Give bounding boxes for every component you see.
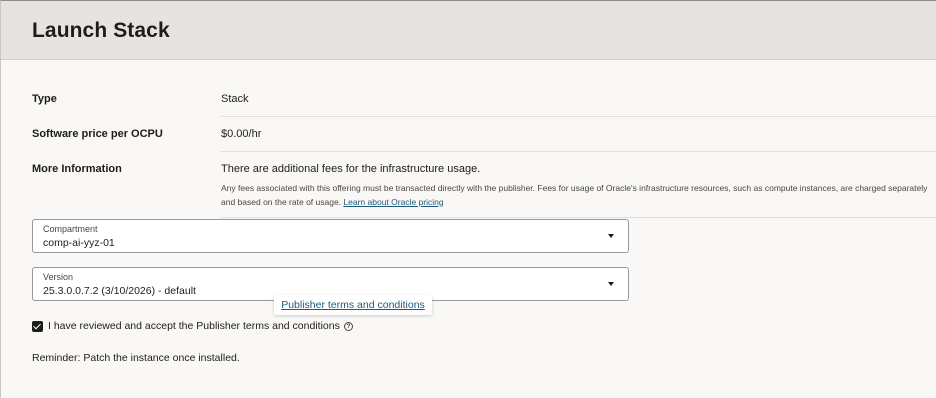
row-divider [221,217,936,218]
accept-terms-label[interactable]: I have reviewed and accept the Publisher… [48,320,340,332]
compartment-value: comp-ai-yyz-01 [43,237,115,249]
accept-terms-checkbox[interactable] [32,321,43,332]
page-header: Launch Stack [1,1,936,60]
reminder-text: Reminder: Patch the instance once instal… [32,352,240,364]
type-label: Type [32,93,57,105]
fees-description: Any fees associated with this offering m… [221,182,936,209]
version-label: Version [43,272,74,282]
compartment-select[interactable]: Compartment comp-ai-yyz-01 [32,219,629,253]
page-title: Launch Stack [32,19,170,42]
type-value: Stack [221,93,249,105]
chevron-down-icon[interactable] [608,282,614,286]
fees-text: Any fees associated with this offering m… [221,183,928,207]
terms-tooltip: Publisher terms and conditions [274,295,432,315]
publisher-terms-link[interactable]: Publisher terms and conditions [281,299,425,311]
oracle-pricing-link[interactable]: Learn about Oracle pricing [343,197,443,207]
price-value: $0.00/hr [221,128,262,140]
help-icon[interactable]: ? [344,322,353,331]
compartment-label: Compartment [43,224,98,234]
more-info-value: There are additional fees for the infras… [221,163,481,175]
row-divider [221,116,936,117]
row-divider [221,151,936,152]
chevron-down-icon[interactable] [608,234,614,238]
version-value: 25.3.0.0.7.2 (3/10/2026) - default [43,285,196,297]
more-info-label: More Information [32,163,122,175]
price-label: Software price per OCPU [32,128,163,140]
